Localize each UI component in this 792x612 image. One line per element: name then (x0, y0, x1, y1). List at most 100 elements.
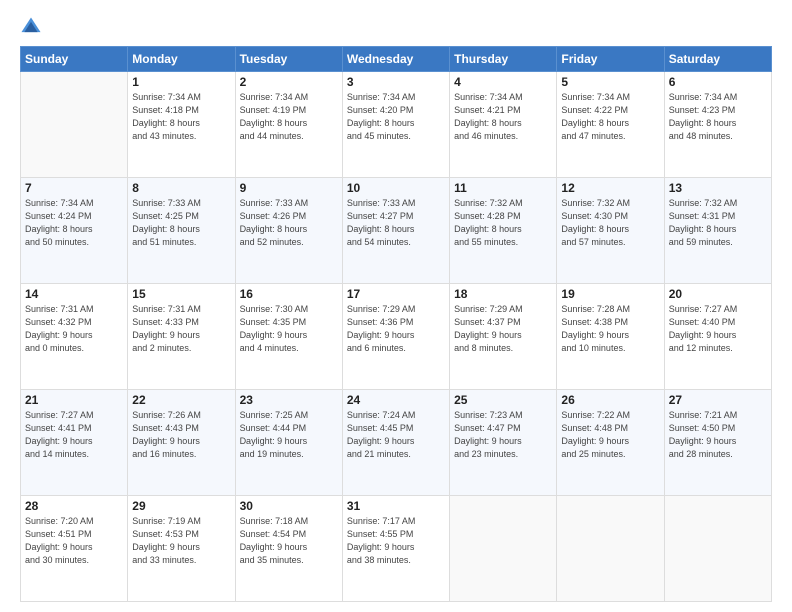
day-number: 15 (132, 287, 230, 301)
day-number: 20 (669, 287, 767, 301)
day-number: 24 (347, 393, 445, 407)
day-header-sunday: Sunday (21, 47, 128, 72)
day-number: 4 (454, 75, 552, 89)
calendar-cell: 29Sunrise: 7:19 AM Sunset: 4:53 PM Dayli… (128, 496, 235, 602)
day-info: Sunrise: 7:17 AM Sunset: 4:55 PM Dayligh… (347, 515, 445, 567)
day-header-monday: Monday (128, 47, 235, 72)
day-number: 18 (454, 287, 552, 301)
day-header-thursday: Thursday (450, 47, 557, 72)
day-number: 27 (669, 393, 767, 407)
calendar-cell: 7 Sunrise: 7:34 AM Sunset: 4:24 PM Daylig… (21, 178, 128, 284)
logo-icon (20, 16, 42, 38)
calendar-cell: 23 Sunrise: 7:25 AM Sunset: 4:44 PM Dayli… (235, 390, 342, 496)
day-info: Sunrise: 7:34 AM Sunset: 4:18 PM Dayligh… (132, 91, 230, 143)
day-number: 5 (561, 75, 659, 89)
calendar-cell: 28 Sunrise: 7:20 AM Sunset: 4:51 PM Dayli… (21, 496, 128, 602)
day-info: Sunrise: 7:33 AM Sunset: 4:26 PM Dayligh… (240, 197, 338, 249)
calendar-week-row: 21 Sunrise: 7:27 AM Sunset: 4:41 PM Dayli… (21, 390, 772, 496)
day-info: Sunrise: 7:34 AM Sunset: 4:19 PM Dayligh… (240, 91, 338, 143)
day-info: Sunrise: 7:23 AM Sunset: 4:47 PM Dayligh… (454, 409, 552, 461)
calendar-cell: 18 Sunrise: 7:29 AM Sunset: 4:37 PM Dayli… (450, 284, 557, 390)
day-number: 2 (240, 75, 338, 89)
calendar-cell: 9 Sunrise: 7:33 AM Sunset: 4:26 PM Daylig… (235, 178, 342, 284)
calendar-cell: 1 Sunrise: 7:34 AM Sunset: 4:18 PM Daylig… (128, 72, 235, 178)
calendar-cell: 12 Sunrise: 7:32 AM Sunset: 4:30 PM Dayli… (557, 178, 664, 284)
day-info: Sunrise: 7:32 AM Sunset: 4:31 PM Dayligh… (669, 197, 767, 249)
day-info: Sunrise: 7:21 AM Sunset: 4:50 PM Dayligh… (669, 409, 767, 461)
day-info: Sunrise: 7:27 AM Sunset: 4:41 PM Dayligh… (25, 409, 123, 461)
day-info: Sunrise: 7:18 AM Sunset: 4:54 PM Dayligh… (240, 515, 338, 567)
day-info: Sunrise: 7:30 AM Sunset: 4:35 PM Dayligh… (240, 303, 338, 355)
day-number: 19 (561, 287, 659, 301)
calendar-cell (450, 496, 557, 602)
day-info: Sunrise: 7:33 AM Sunset: 4:25 PM Dayligh… (132, 197, 230, 249)
calendar-cell: 20 Sunrise: 7:27 AM Sunset: 4:40 PM Dayli… (664, 284, 771, 390)
day-number: 30 (240, 499, 338, 513)
day-number: 23 (240, 393, 338, 407)
calendar-cell: 8 Sunrise: 7:33 AM Sunset: 4:25 PM Daylig… (128, 178, 235, 284)
calendar-cell: 21 Sunrise: 7:27 AM Sunset: 4:41 PM Dayli… (21, 390, 128, 496)
calendar-cell: 10Sunrise: 7:33 AM Sunset: 4:27 PM Dayli… (342, 178, 449, 284)
day-info: Sunrise: 7:29 AM Sunset: 4:37 PM Dayligh… (454, 303, 552, 355)
calendar-header-row: SundayMondayTuesdayWednesdayThursdayFrid… (21, 47, 772, 72)
day-info: Sunrise: 7:29 AM Sunset: 4:36 PM Dayligh… (347, 303, 445, 355)
header (20, 16, 772, 38)
day-info: Sunrise: 7:34 AM Sunset: 4:24 PM Dayligh… (25, 197, 123, 249)
calendar-cell: 15 Sunrise: 7:31 AM Sunset: 4:33 PM Dayli… (128, 284, 235, 390)
calendar-cell: 13 Sunrise: 7:32 AM Sunset: 4:31 PM Dayli… (664, 178, 771, 284)
day-info: Sunrise: 7:33 AM Sunset: 4:27 PM Dayligh… (347, 197, 445, 249)
calendar-cell: 27 Sunrise: 7:21 AM Sunset: 4:50 PM Dayli… (664, 390, 771, 496)
calendar-week-row: 7 Sunrise: 7:34 AM Sunset: 4:24 PM Daylig… (21, 178, 772, 284)
day-number: 9 (240, 181, 338, 195)
calendar-cell (21, 72, 128, 178)
day-info: Sunrise: 7:32 AM Sunset: 4:28 PM Dayligh… (454, 197, 552, 249)
calendar-week-row: 1 Sunrise: 7:34 AM Sunset: 4:18 PM Daylig… (21, 72, 772, 178)
calendar-cell: 16 Sunrise: 7:30 AM Sunset: 4:35 PM Dayli… (235, 284, 342, 390)
day-info: Sunrise: 7:32 AM Sunset: 4:30 PM Dayligh… (561, 197, 659, 249)
calendar-week-row: 28 Sunrise: 7:20 AM Sunset: 4:51 PM Dayli… (21, 496, 772, 602)
day-number: 16 (240, 287, 338, 301)
day-info: Sunrise: 7:25 AM Sunset: 4:44 PM Dayligh… (240, 409, 338, 461)
day-number: 13 (669, 181, 767, 195)
day-header-friday: Friday (557, 47, 664, 72)
day-number: 25 (454, 393, 552, 407)
day-header-wednesday: Wednesday (342, 47, 449, 72)
day-info: Sunrise: 7:34 AM Sunset: 4:21 PM Dayligh… (454, 91, 552, 143)
calendar-cell: 31 Sunrise: 7:17 AM Sunset: 4:55 PM Dayli… (342, 496, 449, 602)
calendar-cell: 26 Sunrise: 7:22 AM Sunset: 4:48 PM Dayli… (557, 390, 664, 496)
day-info: Sunrise: 7:31 AM Sunset: 4:32 PM Dayligh… (25, 303, 123, 355)
day-number: 1 (132, 75, 230, 89)
day-info: Sunrise: 7:19 AM Sunset: 4:53 PM Dayligh… (132, 515, 230, 567)
day-number: 6 (669, 75, 767, 89)
calendar-cell: 24Sunrise: 7:24 AM Sunset: 4:45 PM Dayli… (342, 390, 449, 496)
calendar-cell (664, 496, 771, 602)
day-info: Sunrise: 7:22 AM Sunset: 4:48 PM Dayligh… (561, 409, 659, 461)
day-number: 8 (132, 181, 230, 195)
day-number: 12 (561, 181, 659, 195)
day-number: 21 (25, 393, 123, 407)
day-info: Sunrise: 7:34 AM Sunset: 4:20 PM Dayligh… (347, 91, 445, 143)
day-info: Sunrise: 7:27 AM Sunset: 4:40 PM Dayligh… (669, 303, 767, 355)
day-number: 22 (132, 393, 230, 407)
calendar-cell (557, 496, 664, 602)
calendar-cell: 14 Sunrise: 7:31 AM Sunset: 4:32 PM Dayli… (21, 284, 128, 390)
day-number: 11 (454, 181, 552, 195)
calendar-cell: 25 Sunrise: 7:23 AM Sunset: 4:47 PM Dayli… (450, 390, 557, 496)
day-info: Sunrise: 7:28 AM Sunset: 4:38 PM Dayligh… (561, 303, 659, 355)
calendar-cell: 19 Sunrise: 7:28 AM Sunset: 4:38 PM Dayli… (557, 284, 664, 390)
day-info: Sunrise: 7:34 AM Sunset: 4:22 PM Dayligh… (561, 91, 659, 143)
day-number: 14 (25, 287, 123, 301)
calendar-cell: 11 Sunrise: 7:32 AM Sunset: 4:28 PM Dayli… (450, 178, 557, 284)
day-number: 7 (25, 181, 123, 195)
calendar: SundayMondayTuesdayWednesdayThursdayFrid… (20, 46, 772, 602)
day-info: Sunrise: 7:31 AM Sunset: 4:33 PM Dayligh… (132, 303, 230, 355)
day-info: Sunrise: 7:20 AM Sunset: 4:51 PM Dayligh… (25, 515, 123, 567)
calendar-cell: 30 Sunrise: 7:18 AM Sunset: 4:54 PM Dayli… (235, 496, 342, 602)
day-number: 26 (561, 393, 659, 407)
day-number: 31 (347, 499, 445, 513)
calendar-week-row: 14 Sunrise: 7:31 AM Sunset: 4:32 PM Dayli… (21, 284, 772, 390)
day-number: 28 (25, 499, 123, 513)
calendar-cell: 6 Sunrise: 7:34 AM Sunset: 4:23 PM Daylig… (664, 72, 771, 178)
day-info: Sunrise: 7:34 AM Sunset: 4:23 PM Dayligh… (669, 91, 767, 143)
calendar-cell: 17Sunrise: 7:29 AM Sunset: 4:36 PM Dayli… (342, 284, 449, 390)
